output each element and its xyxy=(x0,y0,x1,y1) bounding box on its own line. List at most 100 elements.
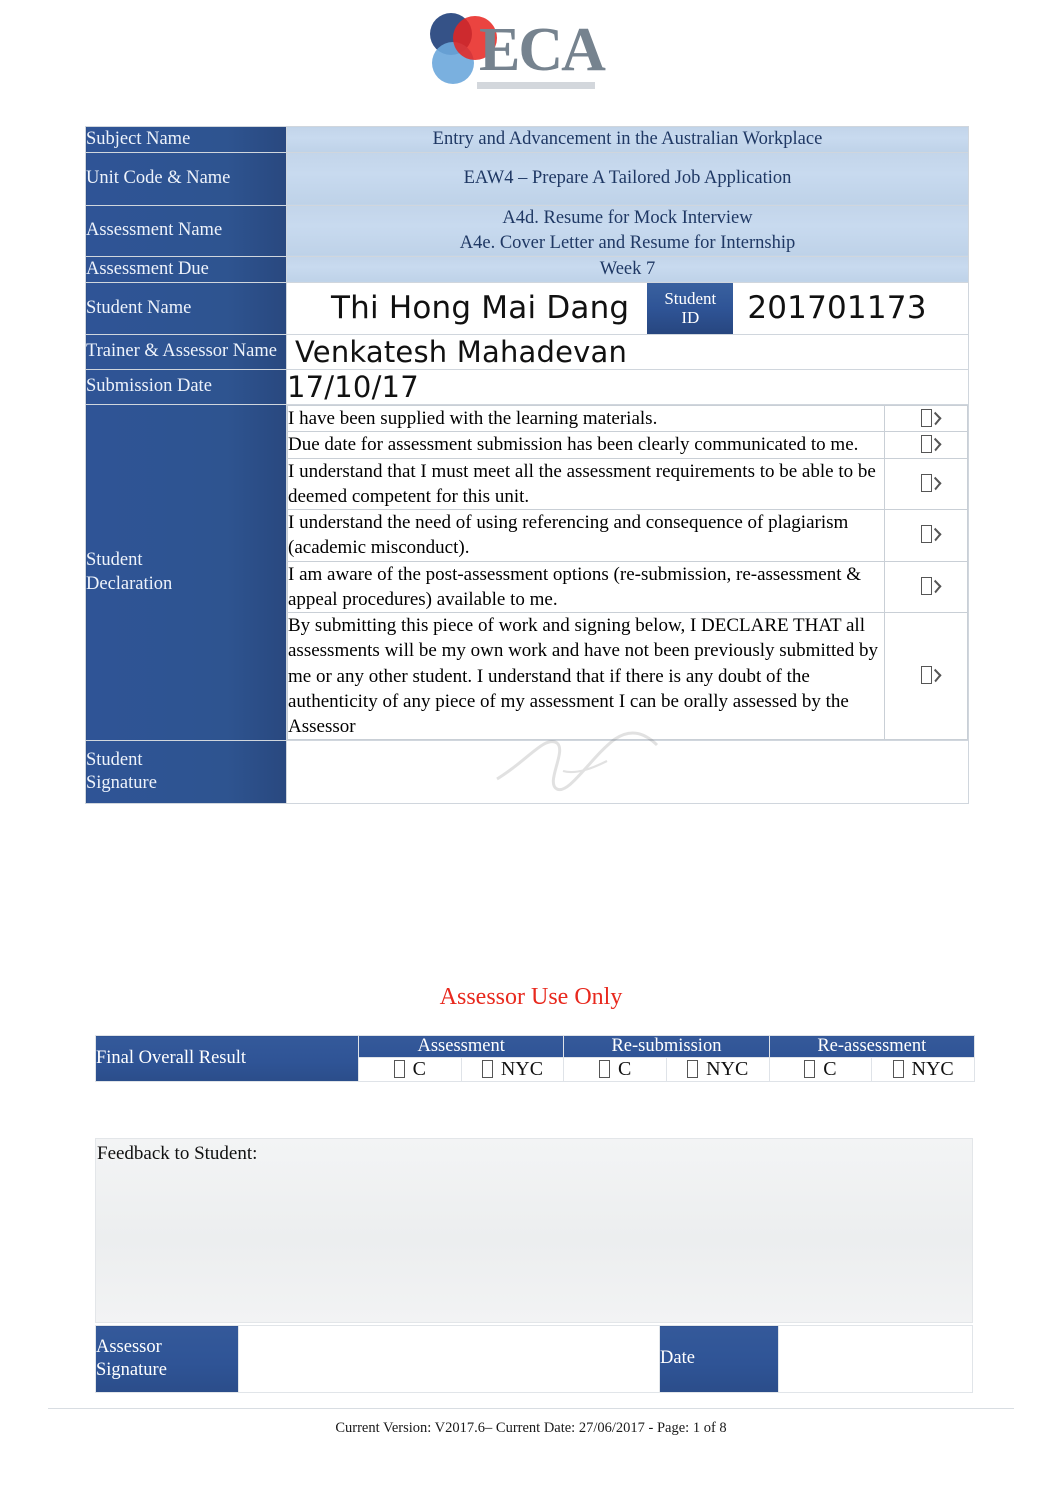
empty-box-glyph-icon xyxy=(892,1060,904,1078)
declaration-item-text: I have been supplied with the learning m… xyxy=(287,404,885,433)
declaration-checkbox[interactable] xyxy=(884,404,968,433)
option-label: C xyxy=(412,1058,426,1080)
student-declaration-label-line-2: Declaration xyxy=(86,573,173,594)
svg-text:ECA: ECA xyxy=(479,16,606,84)
table-row-student-name: Student Name Thi Hong Mai Dang Student I… xyxy=(85,281,969,335)
value-subject-name: Entry and Advancement in the Australian … xyxy=(286,126,969,153)
value-assessment-name: A4d. Resume for Mock Interview A4e. Cove… xyxy=(286,204,969,257)
option-assessment-nyc[interactable]: NYC xyxy=(460,1057,565,1082)
label-student-name: Student Name xyxy=(85,281,287,335)
declaration-row: I am aware of the post-assessment option… xyxy=(287,560,968,614)
option-label: C xyxy=(617,1058,632,1080)
option-reassessment-c[interactable]: C xyxy=(768,1057,873,1082)
label-assessor-signature: Assessor Signature xyxy=(95,1325,239,1393)
declaration-row: By submitting this piece of work and sig… xyxy=(287,612,968,741)
student-name-cell: Thi Hong Mai Dang Student ID 201701173 xyxy=(286,281,969,335)
student-signature-label-line-1: Student xyxy=(86,749,143,770)
value-assessment-due: Week 7 xyxy=(286,255,969,283)
declaration-list-table: I have been supplied with the learning m… xyxy=(287,404,968,741)
column-header-assessment: Assessment xyxy=(357,1035,565,1058)
declaration-item-text: By submitting this piece of work and sig… xyxy=(287,612,885,741)
declaration-item-text: I understand the need of using referenci… xyxy=(287,509,885,562)
student-signature-label-line-2: Signature xyxy=(86,773,157,794)
declaration-checkbox[interactable] xyxy=(884,612,968,741)
option-label: NYC xyxy=(500,1058,544,1080)
table-row-unit-code: Unit Code & Name EAW4 – Prepare A Tailor… xyxy=(85,151,969,206)
declaration-item-text: I understand that I must meet all the as… xyxy=(287,457,885,511)
table-row-trainer: Trainer & Assessor Name Venkatesh Mahade… xyxy=(85,333,969,370)
footer-divider xyxy=(48,1408,1014,1409)
table-row-submission-date: Submission Date 17/10/17 xyxy=(85,368,969,405)
submission-date-cell: 17/10/17 xyxy=(286,368,969,405)
eca-logo: ECA xyxy=(415,8,647,106)
declaration-cell: I have been supplied with the learning m… xyxy=(286,403,969,742)
feedback-to-student-field[interactable] xyxy=(95,1138,973,1323)
assessor-signature-label-line-1: Assessor xyxy=(96,1336,162,1357)
option-label: C xyxy=(823,1058,837,1080)
option-reassessment-nyc[interactable]: NYC xyxy=(871,1057,975,1082)
declaration-checkbox[interactable] xyxy=(884,431,968,459)
student-declaration-label-line-1: Student xyxy=(86,550,143,571)
date-field[interactable] xyxy=(778,1325,973,1393)
table-row-assessment-due: Assessment Due Week 7 xyxy=(85,255,969,283)
label-trainer-assessor-name: Trainer & Assessor Name xyxy=(85,333,287,370)
student-id-value[interactable]: 201701173 xyxy=(733,290,968,326)
assessor-signature-row: Assessor Signature Date xyxy=(95,1325,973,1393)
logo-header: ECA xyxy=(0,8,1062,111)
student-details-table: Subject Name Entry and Advancement in th… xyxy=(85,126,969,805)
declaration-row: Due date for assessment submission has b… xyxy=(287,431,968,459)
empty-box-glyph-icon xyxy=(481,1060,493,1078)
column-header-reassessment: Re-assessment xyxy=(768,1035,976,1058)
declaration-checkbox[interactable] xyxy=(884,509,968,562)
declaration-item-text: Due date for assessment submission has b… xyxy=(287,431,885,459)
checked-box-glyph-icon xyxy=(920,434,932,453)
student-signature-field[interactable] xyxy=(286,731,969,805)
label-submission-date: Submission Date xyxy=(85,368,287,405)
declaration-row: I understand that I must meet all the as… xyxy=(287,457,968,511)
option-assessment-c[interactable]: C xyxy=(358,1057,462,1082)
label-final-overall-result: Final Overall Result xyxy=(95,1035,359,1082)
assessment-name-line-1: A4d. Resume for Mock Interview xyxy=(502,207,753,228)
declaration-row: I have been supplied with the learning m… xyxy=(287,404,968,433)
declaration-item-text: I am aware of the post-assessment option… xyxy=(287,560,885,614)
student-id-label-line-2: ID xyxy=(681,308,700,328)
page-footer: Current Version: V2017.6– Current Date: … xyxy=(335,1420,727,1436)
assessor-signature-field[interactable] xyxy=(238,1325,660,1393)
assessor-header-row: Final Overall Result Assessment Re-submi… xyxy=(95,1035,976,1082)
declaration-checkbox[interactable] xyxy=(884,560,968,614)
label-subject-name: Subject Name xyxy=(85,126,287,153)
student-id-label-line-1: Student xyxy=(664,288,717,308)
checked-box-glyph-icon xyxy=(920,473,932,492)
value-unit-code-name: EAW4 – Prepare A Tailored Job Applicatio… xyxy=(286,151,969,206)
student-name-value[interactable]: Thi Hong Mai Dang xyxy=(287,290,647,326)
empty-box-glyph-icon xyxy=(804,1060,816,1078)
label-student-declaration: Student Declaration xyxy=(85,403,287,742)
final-result-table: Final Overall Result Assessment Re-submi… xyxy=(95,1035,976,1082)
assessor-signature-table: Assessor Signature Date xyxy=(95,1325,973,1393)
label-assessment-due: Assessment Due xyxy=(85,255,287,283)
assessor-use-only-title: Assessor Use Only xyxy=(439,984,623,1010)
table-row-assessment-name: Assessment Name A4d. Resume for Mock Int… xyxy=(85,204,969,257)
table-row-student-declaration: Student Declaration I have been supplied… xyxy=(85,403,969,742)
declaration-row: I understand the need of using referenci… xyxy=(287,509,968,562)
column-header-resubmission: Re-submission xyxy=(563,1035,770,1058)
label-assessment-name: Assessment Name xyxy=(85,204,287,257)
option-label: NYC xyxy=(911,1058,954,1080)
label-date: Date xyxy=(659,1325,779,1393)
assessment-name-line-2: A4e. Cover Letter and Resume for Interns… xyxy=(459,232,796,253)
trainer-name-cell: Venkatesh Mahadevan xyxy=(286,333,969,370)
label-student-signature: Student Signature xyxy=(85,740,287,805)
empty-box-glyph-icon xyxy=(687,1060,699,1078)
label-student-id: Student ID xyxy=(647,282,734,334)
checked-box-glyph-icon xyxy=(920,408,932,427)
checked-box-glyph-icon xyxy=(920,666,932,685)
empty-box-glyph-icon xyxy=(598,1060,610,1078)
eca-logo-svg: ECA xyxy=(430,13,608,89)
table-row-subject-name: Subject Name Entry and Advancement in th… xyxy=(85,126,969,153)
declaration-checkbox[interactable] xyxy=(884,457,968,511)
option-resubmission-c[interactable]: C xyxy=(563,1057,667,1082)
trainer-name-value[interactable]: Venkatesh Mahadevan xyxy=(287,335,968,369)
label-feedback-to-student: Feedback to Student: xyxy=(97,1143,258,1164)
option-resubmission-nyc[interactable]: NYC xyxy=(665,1057,770,1082)
submission-date-value[interactable]: 17/10/17 xyxy=(287,370,968,404)
